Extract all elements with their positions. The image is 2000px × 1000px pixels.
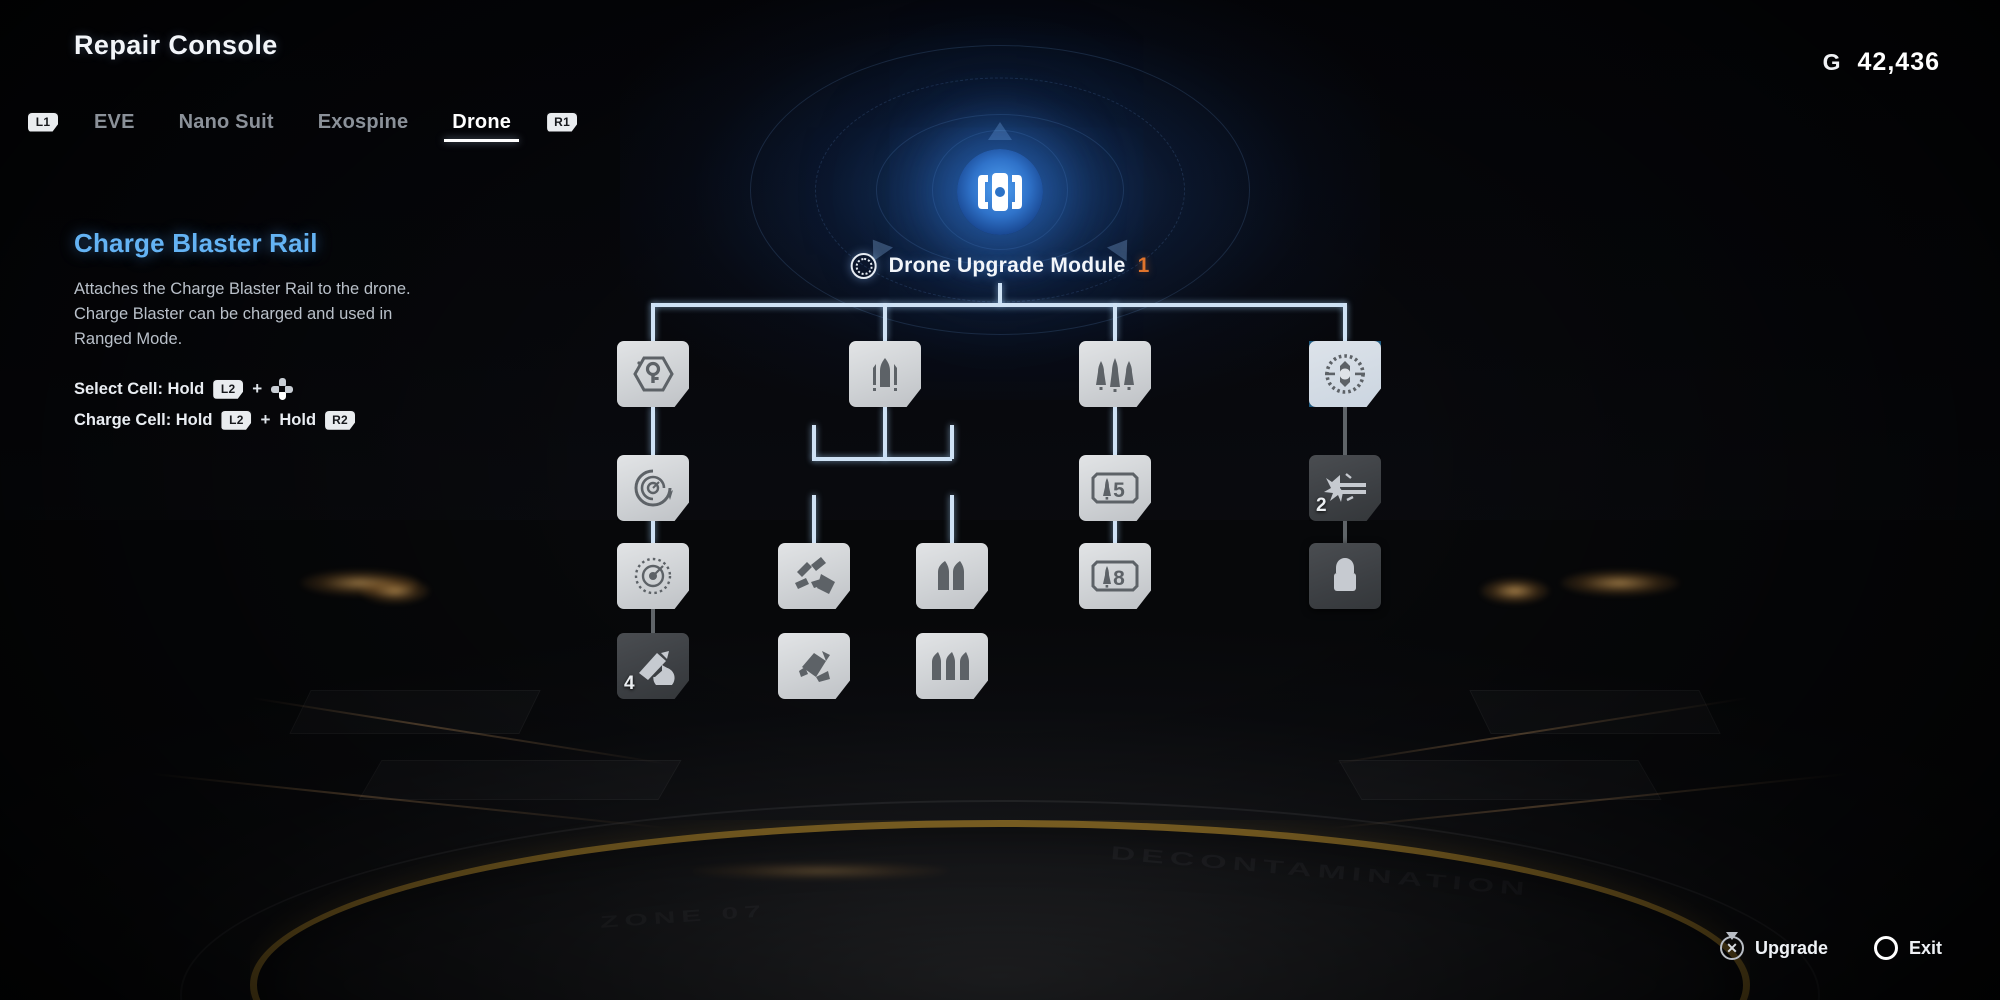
hex-key-icon — [632, 355, 674, 393]
exit-action[interactable]: Exit — [1873, 936, 1942, 960]
module-label: Drone Upgrade Module 1 — [850, 253, 1150, 279]
burst-round-icon — [792, 647, 836, 685]
node-cost-badge: 2 — [1316, 495, 1327, 516]
hint-select-cell: Select Cell: Hold L2 + — [74, 378, 474, 401]
skill-node-locked[interactable] — [1309, 543, 1381, 609]
category-tab-bar[interactable]: L1 EVE Nano Suit Exospine Drone R1 — [28, 100, 578, 144]
hint-plus: + — [260, 410, 271, 430]
hint-plus: + — [252, 379, 263, 399]
svg-text:8: 8 — [1113, 567, 1125, 590]
gold-symbol-icon: G — [1822, 49, 1842, 75]
hint-extra-label: Hold — [279, 410, 317, 429]
tree-link — [950, 495, 954, 543]
tree-link — [998, 283, 1002, 305]
tree-link — [883, 303, 887, 341]
gear-rotor-icon — [1322, 353, 1368, 395]
skill-node-charge-blaster[interactable]: 4 — [617, 633, 689, 699]
circle-button-icon — [1873, 936, 1898, 960]
skill-description: Attaches the Charge Blaster Rail to the … — [74, 280, 411, 349]
tree-link-locked — [1343, 407, 1347, 455]
skill-node-dotted-target[interactable] — [617, 543, 689, 609]
tree-link — [651, 407, 655, 455]
skill-node-missile-8[interactable]: 8 — [1079, 543, 1151, 609]
l2-trigger-badge: L2 — [213, 379, 244, 399]
node-cost-badge: 4 — [624, 673, 635, 694]
skill-node-rail-impact[interactable]: 2 — [1309, 455, 1381, 521]
double-round-icon — [932, 557, 972, 595]
tree-link — [1113, 303, 1117, 341]
skill-node-missile-salvo[interactable] — [1079, 341, 1151, 407]
tab-exospine[interactable]: Exospine — [296, 100, 431, 144]
skill-node-hex-key[interactable] — [617, 341, 689, 407]
tree-link — [653, 303, 1345, 307]
tree-link — [812, 425, 816, 459]
upgrade-action[interactable]: ✕ Upgrade — [1719, 936, 1828, 960]
currency-display: G 42,436 — [1823, 48, 1940, 77]
module-count: 1 — [1137, 254, 1150, 277]
hint-label: Select Cell: Hold — [74, 379, 205, 398]
exit-label: Exit — [1908, 937, 1942, 958]
skill-node-gear-rotor-selected[interactable] — [1309, 341, 1381, 407]
missile-salvo-icon — [1092, 355, 1138, 393]
skill-node-missile-5[interactable]: 5 — [1079, 455, 1151, 521]
spiral-dial-icon — [632, 468, 674, 508]
skill-node-spiral-dial[interactable] — [617, 455, 689, 521]
footer-actions[interactable]: ✕ Upgrade Exit — [1719, 936, 1942, 960]
l1-bumper-badge: L1 — [28, 112, 58, 132]
tab-eve[interactable]: EVE — [72, 100, 157, 144]
page-title: Repair Console — [74, 30, 278, 60]
triple-round-icon — [929, 647, 975, 685]
skill-node-burst-round[interactable] — [778, 633, 850, 699]
skill-info-panel: Charge Blaster Rail Attaches the Charge … — [74, 228, 474, 430]
drone-module-emblem — [957, 149, 1043, 235]
skill-node-spread-shot[interactable] — [778, 543, 850, 609]
missile-5-icon: 5 — [1091, 470, 1139, 506]
r1-bumper-badge: R1 — [547, 112, 578, 132]
tree-link — [950, 425, 954, 459]
single-round-icon — [864, 355, 906, 393]
spread-shot-icon — [791, 556, 837, 596]
module-name: Drone Upgrade Module — [888, 254, 1126, 277]
l2-trigger-badge: L2 — [221, 410, 252, 430]
rail-impact-icon — [1322, 470, 1368, 506]
dotted-target-icon — [632, 556, 674, 596]
skill-node-double-round[interactable] — [916, 543, 988, 609]
skill-tree[interactable]: Drone Upgrade Module 1 4 5 8 2 — [0, 0, 2000, 1000]
skill-node-triple-round[interactable] — [916, 633, 988, 699]
skill-node-single-round[interactable] — [849, 341, 921, 407]
control-hints: Select Cell: Hold L2 + Charge Cell: Hold… — [74, 378, 474, 430]
svg-text:5: 5 — [1113, 479, 1125, 502]
tree-link — [812, 495, 816, 543]
lock-icon — [1328, 557, 1362, 595]
tree-link — [812, 457, 952, 461]
tab-drone[interactable]: Drone — [430, 100, 533, 144]
skill-title: Charge Blaster Rail — [74, 228, 318, 258]
upgrade-label: Upgrade — [1754, 937, 1828, 958]
tab-nano-suit[interactable]: Nano Suit — [157, 100, 296, 144]
hint-label: Charge Cell: Hold — [74, 410, 213, 429]
r2-trigger-badge: R2 — [325, 410, 356, 430]
charge-blaster-icon — [631, 647, 675, 685]
tree-link — [883, 407, 887, 459]
hint-charge-cell: Charge Cell: Hold L2 + Hold R2 — [74, 410, 474, 430]
cross-button-icon: ✕ — [1719, 936, 1744, 960]
missile-8-icon: 8 — [1091, 558, 1139, 594]
tree-link — [1343, 303, 1347, 341]
dpad-icon — [271, 378, 294, 401]
tree-link — [651, 303, 655, 341]
tree-link — [1113, 407, 1117, 455]
module-core-icon — [850, 253, 877, 279]
gold-amount: 42,436 — [1857, 48, 1940, 76]
